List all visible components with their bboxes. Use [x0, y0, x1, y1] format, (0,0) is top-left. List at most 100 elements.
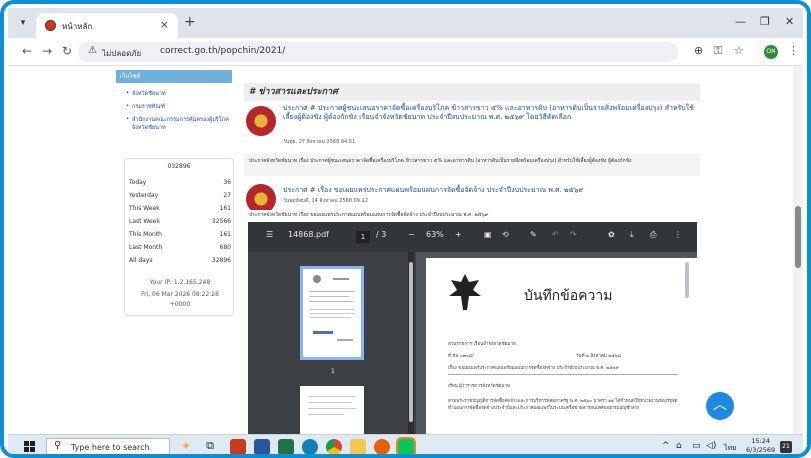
- word-app-icon[interactable]: [254, 439, 270, 454]
- screen-frame: ▾ หน้าหลัก × + — ❐ ✕ ← → ↻ ⚠ ไม่ปลอดภัย …: [0, 0, 811, 458]
- memo-field: เรื่อง ขอเผยแพร่ประกาศแผนพร้อมแผนการจัดซ…: [448, 366, 619, 371]
- window-close-button[interactable]: ✕: [785, 15, 794, 28]
- pdf-print-icon[interactable]: ⎙: [650, 230, 656, 240]
- forward-arrow-icon[interactable]: →: [42, 44, 52, 58]
- memo-divider: [448, 374, 678, 375]
- firefox-browser-icon[interactable]: [374, 439, 390, 454]
- tab-title: หน้าหลัก: [62, 22, 93, 31]
- pdf-zoom-out-icon[interactable]: −: [408, 230, 415, 239]
- powerpoint-app-icon[interactable]: [230, 439, 246, 454]
- taskbar-search-box[interactable]: ⚲ Type here to search: [46, 438, 170, 454]
- news-section-heading: # ข่าวสารและประกาศ: [244, 83, 700, 101]
- pdf-redo-icon[interactable]: ↷: [570, 230, 577, 239]
- page-scrollbar-thumb[interactable]: [795, 206, 801, 268]
- pdf-annotate-icon[interactable]: ✿: [608, 230, 615, 239]
- sidebar-link[interactable]: จังหวัดชัยนาท: [126, 90, 236, 98]
- tab-close-button[interactable]: ×: [160, 18, 169, 31]
- browser-tabbar: ▾ หน้าหลัก × + — ❐ ✕: [8, 8, 803, 38]
- sidebar-link[interactable]: สำนักงานคณะกรรมการคุ้มครองผู้บริโภคจังหว…: [126, 116, 236, 132]
- window-maximize-button[interactable]: ❐: [760, 15, 770, 28]
- not-secure-warning-icon[interactable]: ⚠: [88, 45, 97, 56]
- window-minimize-button[interactable]: —: [735, 15, 746, 28]
- page-scrollbar[interactable]: [793, 66, 803, 438]
- pdf-document-scrollbar[interactable]: [685, 262, 689, 298]
- tray-display-icon[interactable]: ▭: [692, 441, 701, 451]
- edge-browser-icon[interactable]: [302, 439, 318, 454]
- tray-language-indicator[interactable]: ไทย: [724, 443, 736, 454]
- tray-volume-icon[interactable]: ◁): [706, 441, 716, 451]
- chrome-browser-icon[interactable]: [326, 439, 342, 454]
- pdf-toolbar: ☰ 14868.pdf 1 / 3 − 63% + ▣ ⟲ ✎ ↶ ↷ ✿ ⤓ …: [248, 222, 697, 252]
- sidebar-links: จังหวัดชัยนาท กรมราชทัณฑ์ สำนักงานคณะกรร…: [126, 90, 236, 137]
- desktop: ▾ หน้าหลัก × + — ❐ ✕ ← → ↻ ⚠ ไม่ปลอดภัย …: [8, 8, 803, 454]
- memo-field: เรียน ผู้ว่าราชการจังหวัดชัยนาท: [448, 384, 510, 389]
- pdf-thumbnail-page-number: 1: [331, 368, 335, 375]
- pdf-draw-icon[interactable]: ✎: [530, 230, 537, 239]
- menu-kebab-icon[interactable]: ⋮: [788, 44, 799, 57]
- pdf-thumbnail-scrollbar[interactable]: [408, 252, 414, 438]
- profile-avatar[interactable]: ON: [764, 45, 778, 59]
- news-date: วันพุธ, 27 สิงหาคม 2568 04:51: [283, 139, 356, 145]
- pdf-rotate-icon[interactable]: ⟲: [502, 230, 509, 239]
- tray-chevron-up-icon[interactable]: ^: [662, 441, 670, 451]
- browser-tab[interactable]: หน้าหลัก ×: [36, 13, 178, 38]
- tray-network-icon[interactable]: ⌂: [676, 441, 682, 451]
- pdf-fit-page-icon[interactable]: ▣: [484, 230, 492, 239]
- windows-start-icon[interactable]: [24, 441, 36, 453]
- web-page: เว็บไซต์ จังหวัดชัยนาท กรมราชทัณฑ์ สำนัก…: [8, 66, 803, 438]
- pdf-zoom-in-icon[interactable]: +: [455, 230, 462, 239]
- tab-search-dropdown-icon[interactable]: ▾: [16, 16, 30, 30]
- pdf-page-total: / 3: [376, 230, 387, 239]
- sidebar-link[interactable]: กรมราชทัณฑ์: [126, 103, 236, 111]
- pdf-undo-icon[interactable]: ↶: [552, 230, 559, 239]
- scroll-to-top-button[interactable]: ︿: [706, 392, 734, 420]
- taskbar-search-placeholder: Type here to search: [71, 443, 150, 452]
- pdf-zoom-level[interactable]: 63%: [426, 230, 444, 239]
- password-key-icon[interactable]: ⚿: [714, 44, 722, 58]
- sidebar-heading: เว็บไซต์: [116, 70, 232, 83]
- url-text[interactable]: correct.go.th/popchin/2021/: [160, 46, 285, 56]
- garuda-emblem-icon: [449, 274, 481, 310]
- excel-app-icon[interactable]: [278, 439, 294, 454]
- memo-field: ส่วนราชการ เรือนจำจังหวัดชัยนาท: [448, 342, 516, 347]
- zoom-icon[interactable]: ⊕: [694, 44, 703, 57]
- line-app-icon[interactable]: [396, 437, 416, 454]
- new-tab-button[interactable]: +: [184, 14, 196, 30]
- pdf-menu-icon[interactable]: ☰: [266, 230, 273, 239]
- news-description: ประกาศจังหวัดชัยนาท เรื่อง ขอเผยแพร่ประก…: [244, 210, 700, 222]
- pdf-page-thumbnail[interactable]: [300, 266, 364, 360]
- security-label[interactable]: ไม่ปลอดภัย: [102, 47, 141, 60]
- back-arrow-icon[interactable]: ←: [22, 44, 32, 58]
- file-explorer-icon[interactable]: [350, 439, 366, 454]
- visitor-stats-box: 032896 Today 36 Yesterday 27 This Week 161 …: [124, 158, 234, 316]
- stat-row: Today 36: [129, 179, 231, 186]
- clock-time: 15:24: [751, 437, 770, 445]
- stat-row: Last Week 32566: [129, 218, 231, 225]
- thumbnail-preview: [309, 275, 355, 341]
- memo-field: วันที่ ๒ สิงหาคม ๒๕๖๘: [576, 354, 621, 359]
- clock-date: 6/3/2569: [746, 446, 776, 454]
- pdf-filename: 14868.pdf: [288, 230, 329, 239]
- task-view-icon[interactable]: ⧉: [202, 439, 218, 454]
- pdf-page-input[interactable]: 1: [356, 231, 370, 243]
- stat-row: This Week 161: [129, 205, 231, 212]
- notification-center-icon[interactable]: 21: [780, 441, 792, 453]
- pdf-page-thumbnail[interactable]: [300, 386, 364, 438]
- address-bar[interactable]: ⚠ ไม่ปลอดภัย correct.go.th/popchin/2021/: [78, 42, 678, 62]
- pdf-download-icon[interactable]: ⤓: [630, 230, 634, 240]
- bookmark-star-icon[interactable]: ☆: [734, 44, 744, 57]
- pdf-viewer: ☰ 14868.pdf 1 / 3 − 63% + ▣ ⟲ ✎ ↶ ↷ ✿ ⤓ …: [248, 222, 697, 438]
- visitor-counter: 032896: [167, 163, 191, 170]
- memo-field: ที่ ชน ๐๗๐๔/: [448, 354, 474, 359]
- stat-row: This Month 161: [129, 231, 231, 238]
- reload-icon[interactable]: ↻: [62, 44, 72, 58]
- taskbar-clock[interactable]: 15:24 6/3/2569: [746, 437, 776, 454]
- memo-body: ตามพระราชบัญญัติการจัดซื้อจัดจ้างและการบ…: [448, 399, 678, 411]
- windows-taskbar: ⚲ Type here to search ✦ ⧉ ^ ⌂ ▭ ◁) ไทย 1…: [8, 434, 803, 454]
- search-icon: ⚲: [54, 440, 62, 451]
- search-highlight-sparkle-icon[interactable]: ✦: [178, 439, 194, 454]
- news-title-link[interactable]: ประกาศ # ประกาศผู้ชนะเสนอราคาจัดซื้อเครื…: [283, 104, 698, 122]
- thumbnail-preview: [308, 396, 356, 415]
- news-title-link[interactable]: ประกาศ # เรื่อง ขอเผยแพร่ประกาศแผนพร้อมแ…: [283, 186, 698, 195]
- pdf-more-icon[interactable]: ⋮: [674, 230, 682, 239]
